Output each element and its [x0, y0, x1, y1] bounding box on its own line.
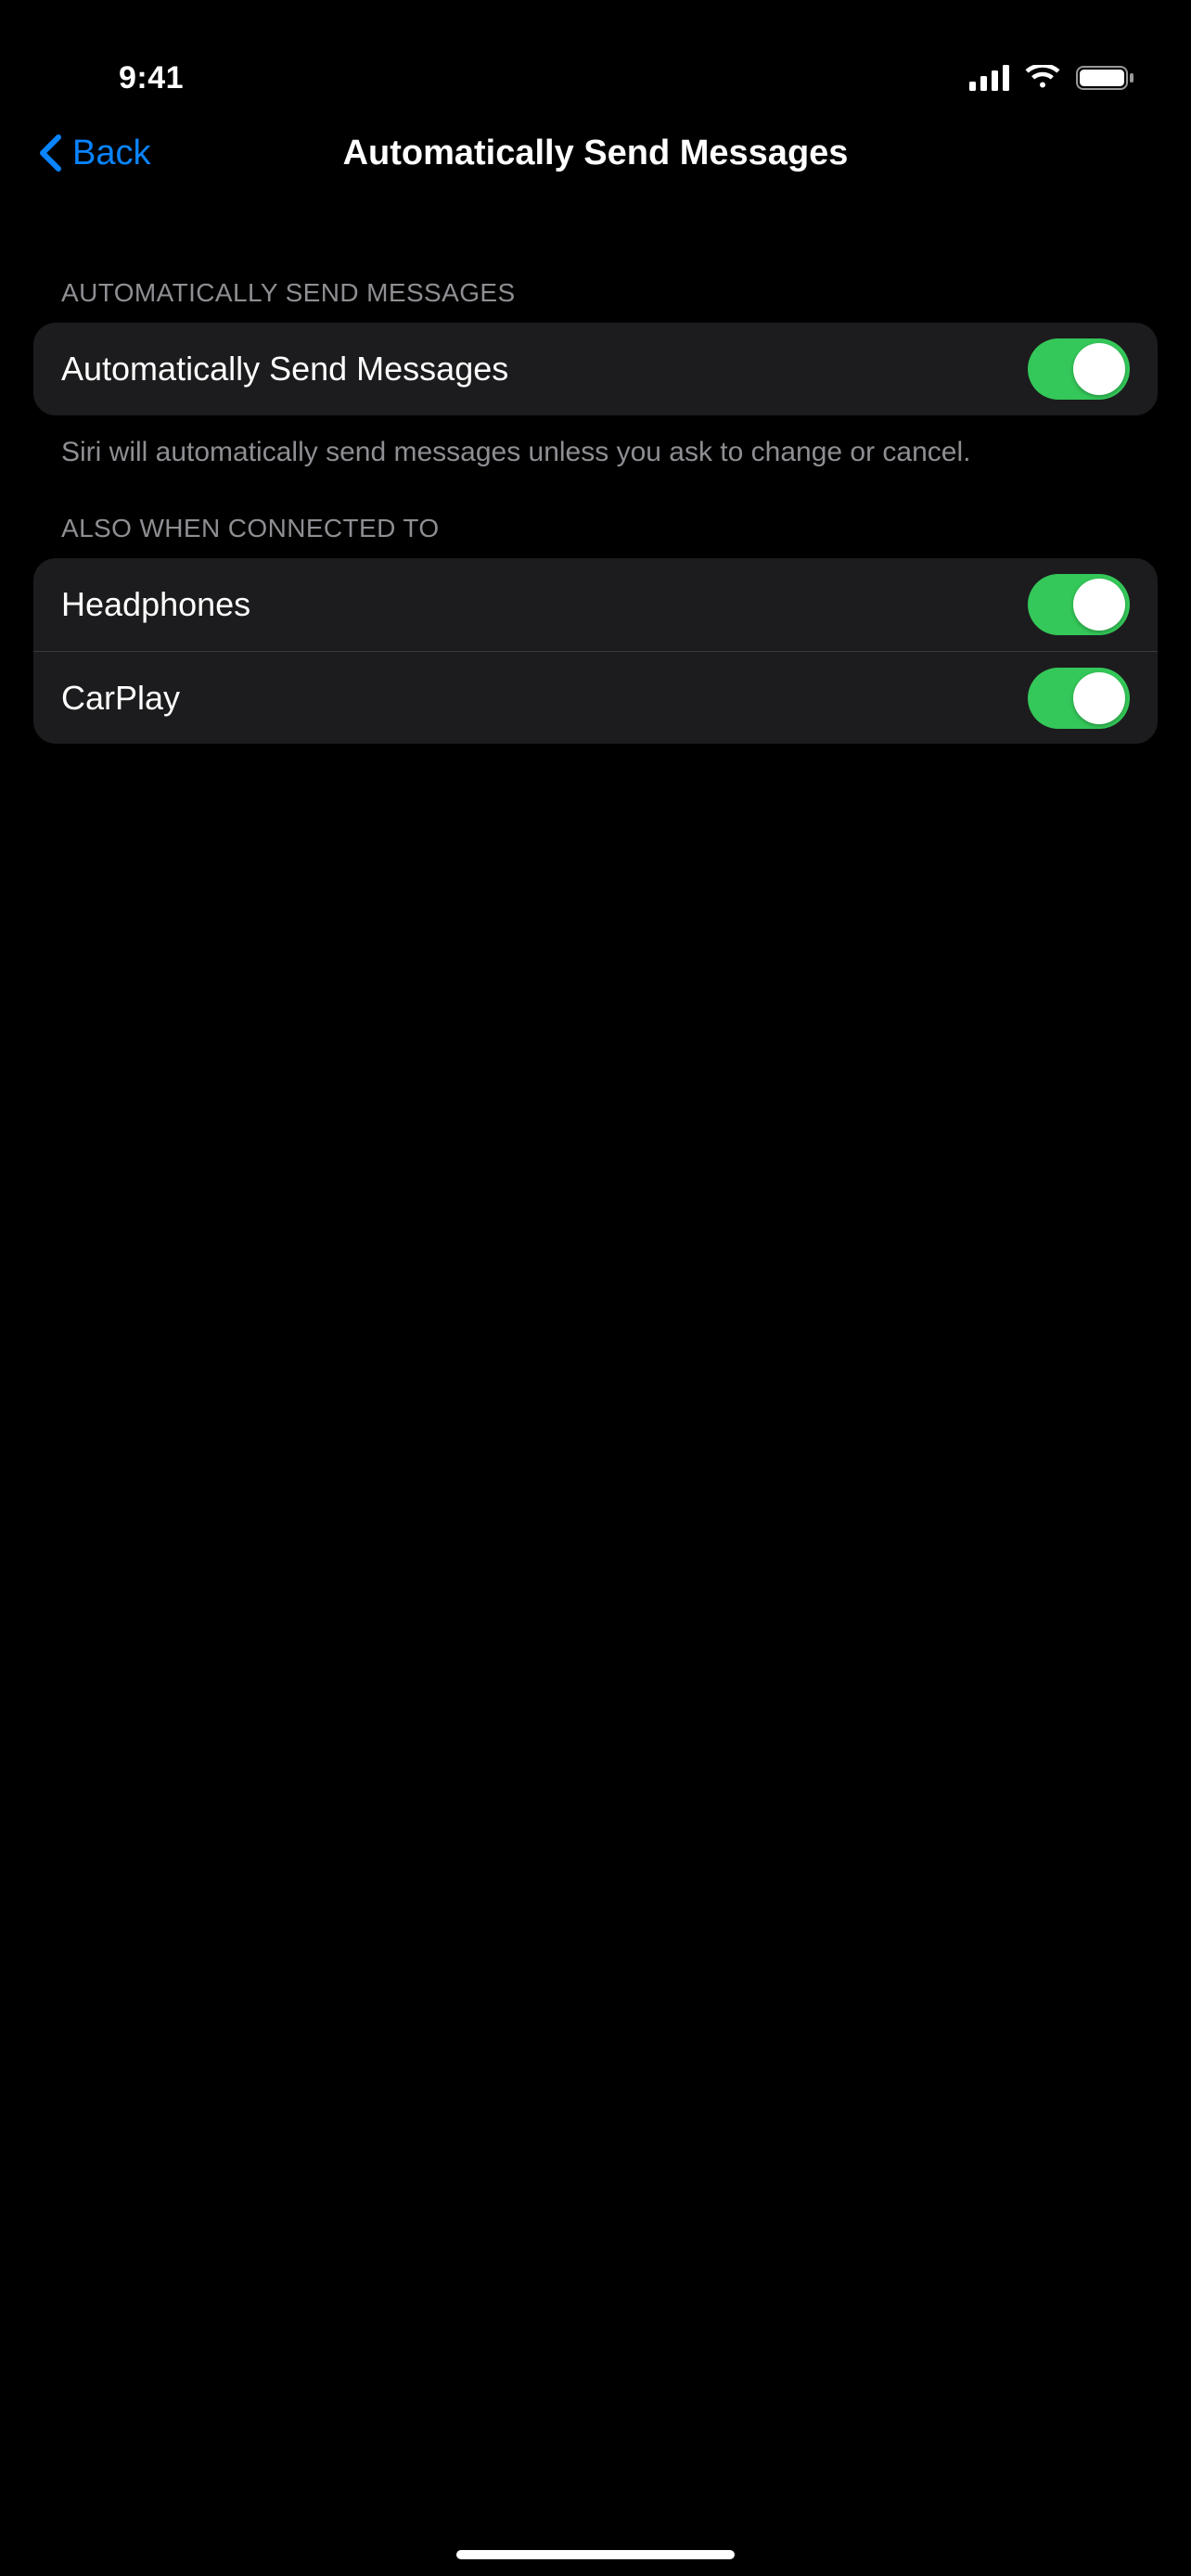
chevron-left-icon	[37, 134, 63, 172]
back-button[interactable]: Back	[19, 102, 169, 204]
wifi-icon	[1024, 65, 1061, 91]
row-label: Headphones	[61, 585, 250, 624]
carplay-toggle[interactable]	[1028, 668, 1130, 729]
section-auto-send: AUTOMATICALLY SEND MESSAGES Automaticall…	[33, 278, 1158, 471]
auto-send-toggle[interactable]	[1028, 338, 1130, 400]
cellular-icon	[968, 65, 1009, 91]
content: AUTOMATICALLY SEND MESSAGES Automaticall…	[0, 204, 1191, 744]
navigation-bar: Back Automatically Send Messages	[0, 102, 1191, 204]
section-card: Automatically Send Messages	[33, 323, 1158, 415]
row-label: CarPlay	[61, 679, 180, 718]
toggle-knob	[1073, 579, 1125, 631]
row-carplay: CarPlay	[33, 651, 1158, 744]
section-card: Headphones CarPlay	[33, 558, 1158, 744]
headphones-toggle[interactable]	[1028, 574, 1130, 635]
row-headphones: Headphones	[33, 558, 1158, 651]
toggle-knob	[1073, 343, 1125, 395]
section-connected-to: ALSO WHEN CONNECTED TO Headphones CarPla…	[33, 514, 1158, 744]
toggle-knob	[1073, 672, 1125, 724]
home-indicator	[456, 2550, 735, 2559]
page-title: Automatically Send Messages	[0, 134, 1191, 173]
section-header: ALSO WHEN CONNECTED TO	[33, 514, 1158, 558]
battery-icon	[1076, 65, 1135, 91]
back-label: Back	[72, 134, 150, 173]
status-right	[968, 65, 1135, 91]
row-label: Automatically Send Messages	[61, 350, 508, 389]
status-bar: 9:41	[0, 0, 1191, 102]
screen: 9:41	[0, 0, 1191, 2576]
section-footer: Siri will automatically send messages un…	[33, 415, 1158, 471]
row-auto-send: Automatically Send Messages	[33, 323, 1158, 415]
status-time: 9:41	[119, 60, 184, 96]
section-header: AUTOMATICALLY SEND MESSAGES	[33, 278, 1158, 323]
